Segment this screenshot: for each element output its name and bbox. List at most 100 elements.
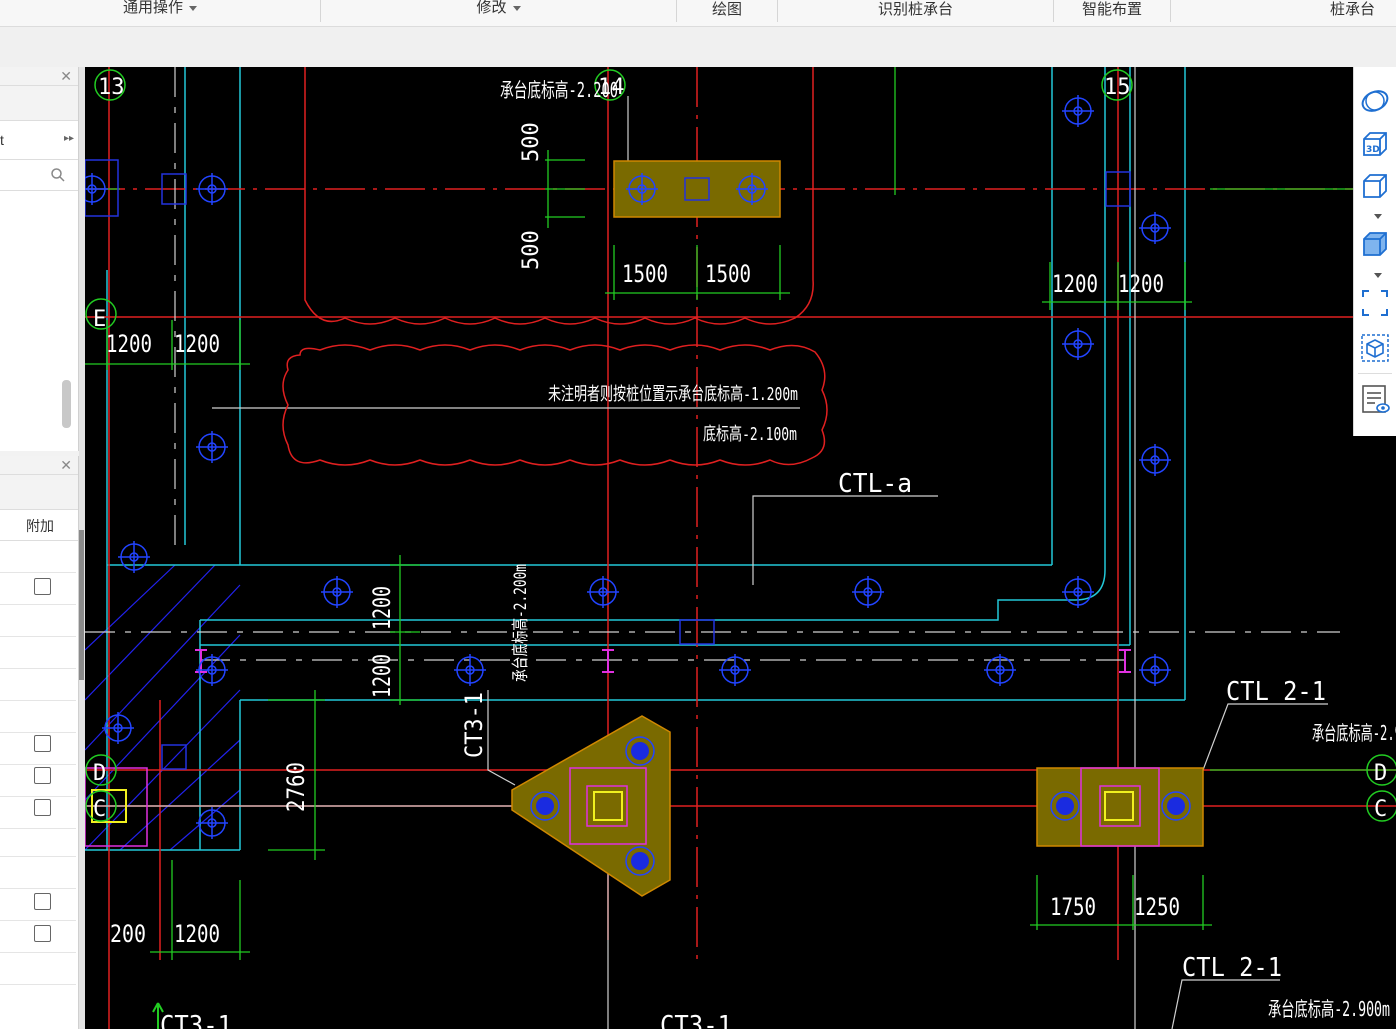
component-label: CTL 2-1: [1226, 677, 1326, 707]
dimension-text: 1200: [368, 654, 396, 698]
row-checkbox[interactable]: [34, 893, 51, 910]
row-checkbox[interactable]: [34, 735, 51, 752]
select-box-icon[interactable]: [1359, 332, 1391, 364]
component-label: CT3-1: [460, 692, 488, 758]
left-panel-top-titlebar: ✕: [0, 67, 78, 86]
ribbon-toolbar: 通用操作 修改 绘图 识别桩承台 智能布置 桩承台: [0, 0, 1396, 27]
row-divider: [0, 572, 76, 573]
dimension-text: 1500: [705, 260, 751, 288]
search-icon: [51, 168, 65, 182]
row-divider: [0, 856, 76, 857]
axis-label: D: [93, 761, 106, 786]
row-divider: [0, 796, 76, 797]
annotation-elevation: 承台底标高-2.9: [1312, 721, 1396, 745]
dimension-text: 500: [519, 230, 544, 270]
pile-cap-label: 桩承台: [1330, 1, 1376, 18]
dimension-text: 1200: [1052, 270, 1098, 298]
annotation-elevation: 承台底标高-2.900m: [1268, 997, 1390, 1021]
general-ops-label: 通用操作: [122, 0, 183, 16]
orbit-icon[interactable]: [1359, 85, 1391, 117]
dimension-text: 1200: [174, 330, 220, 358]
row-divider: [0, 604, 76, 605]
general-ops-menu[interactable]: 通用操作: [0, 0, 320, 26]
chevron-down-icon: [512, 6, 521, 11]
modify-menu[interactable]: 修改: [321, 0, 676, 26]
draw-menu[interactable]: 绘图: [677, 2, 777, 28]
search-input[interactable]: [0, 160, 78, 191]
row-checkbox[interactable]: [34, 578, 51, 595]
modify-label: 修改: [476, 0, 507, 16]
draw-label: 绘图: [711, 1, 742, 18]
dimension-text: 1250: [1134, 893, 1180, 921]
row-checkbox[interactable]: [34, 925, 51, 942]
toolbar-divider: [1358, 373, 1392, 374]
expand-icon[interactable]: ▸▸: [64, 133, 74, 144]
component-label: CTL 2-1: [1182, 953, 1282, 983]
identify-cap-label: 识别桩承台: [877, 1, 953, 18]
dimension-text: 1200: [174, 920, 220, 948]
cube-icon[interactable]: [1359, 171, 1391, 203]
left-panel-bottom: ✕ 附加: [0, 456, 79, 1029]
row-checkbox[interactable]: [34, 799, 51, 816]
annotation-note: 底标高-2.100m: [703, 424, 797, 445]
dimension-text: 500: [519, 122, 544, 162]
panel-subheader: [0, 475, 78, 510]
cad-drawing[interactable]: 13 14 15 E D C D C 承台底标高-2.200 500 500 1…: [85, 67, 1396, 1029]
row-divider: [0, 952, 76, 953]
cad-drawing-canvas[interactable]: 13 14 15 E D C D C 承台底标高-2.200 500 500 1…: [85, 67, 1396, 1029]
left-panel-top: ✕ t ▸▸: [0, 67, 79, 451]
panel-subheader: [0, 86, 78, 121]
left-panel-bottom-titlebar: ✕: [0, 456, 78, 475]
close-icon[interactable]: ✕: [60, 458, 72, 472]
zoom-extents-icon[interactable]: [1359, 287, 1391, 319]
chevron-down-icon: [189, 6, 197, 11]
chevron-down-icon[interactable]: [1374, 214, 1382, 219]
solid-cube-icon[interactable]: [1359, 229, 1391, 261]
dimension-text: 1200: [106, 330, 152, 358]
component-label: CTL-a: [838, 469, 912, 499]
dimension-text: 2760: [282, 762, 310, 812]
axis-label: 13: [98, 75, 125, 100]
panel-row[interactable]: t ▸▸: [0, 125, 78, 160]
component-label: CT3-1: [660, 1011, 732, 1029]
smart-layout-menu[interactable]: 智能布置: [1054, 2, 1170, 28]
pile-cap-menu[interactable]: 桩承台: [1330, 2, 1396, 28]
annotation-elevation: 承台底标高-2.200: [500, 78, 618, 102]
axis-label: C: [1374, 797, 1387, 822]
dimension-text: 1200: [1118, 270, 1164, 298]
toolbar-spacer: [0, 27, 1396, 67]
scrollbar-thumb[interactable]: [62, 380, 71, 428]
dimension-text: 1200: [368, 586, 396, 630]
axis-label: D: [1374, 761, 1387, 786]
smart-layout-label: 智能布置: [1081, 1, 1142, 18]
properties-view-icon[interactable]: [1359, 383, 1391, 415]
dimension-text: 1750: [1050, 893, 1096, 921]
row-divider: [0, 636, 76, 637]
row-divider: [0, 828, 76, 829]
annotation-elevation: 承台底标高-2.200m: [511, 564, 531, 682]
dimension-text: 1500: [622, 260, 668, 288]
row-divider: [0, 764, 76, 765]
row-divider: [0, 700, 76, 701]
view-3d-icon[interactable]: 3D: [1359, 129, 1391, 161]
table-header: 附加: [0, 510, 78, 541]
row-checkbox[interactable]: [34, 767, 51, 784]
axis-label: C: [93, 797, 106, 822]
axis-label: 15: [1104, 75, 1131, 100]
panel-row-text: t: [0, 132, 4, 148]
splitter-handle[interactable]: [79, 530, 84, 680]
column-header-extra: 附加: [26, 518, 54, 534]
component-label: CT3-1: [160, 1011, 232, 1029]
row-divider: [0, 984, 76, 985]
close-icon[interactable]: ✕: [60, 69, 72, 83]
annotation-note: 未注明者则按桩位置示承台底标高-1.200m: [548, 384, 798, 405]
dimension-text: 200: [110, 920, 146, 948]
row-divider: [0, 668, 76, 669]
toolbar-divider: [1170, 0, 1171, 22]
axis-label: E: [93, 307, 106, 332]
identify-cap-menu[interactable]: 识别桩承台: [778, 2, 1053, 28]
row-divider: [0, 732, 76, 733]
view-toolbar: 3D: [1353, 67, 1396, 436]
chevron-down-icon[interactable]: [1374, 273, 1382, 278]
svg-text:3D: 3D: [1366, 145, 1380, 155]
